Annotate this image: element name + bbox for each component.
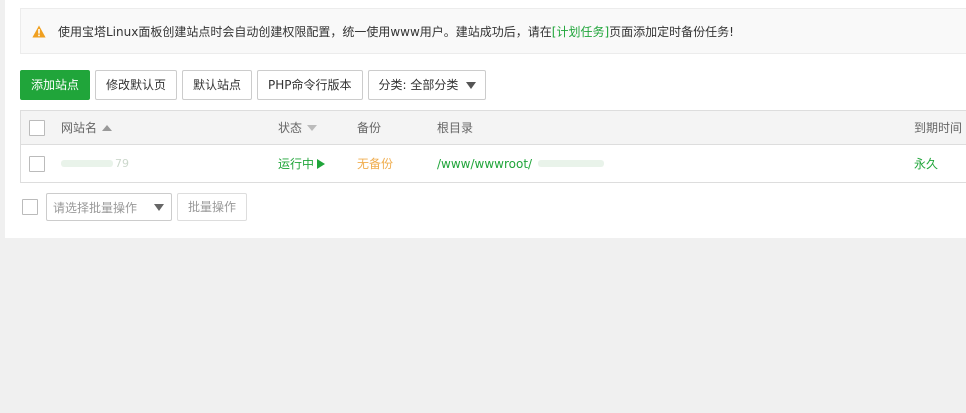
site-name-visible: 79 (115, 157, 129, 170)
header-site-name[interactable]: 网站名 (61, 111, 113, 144)
add-site-button[interactable]: 添加站点 (20, 70, 91, 100)
header-root-dir-label: 根目录 (437, 121, 474, 135)
category-select[interactable]: 分类: 全部分类 (367, 70, 487, 100)
header-backup: 备份 (357, 111, 381, 144)
root-dir-label: /www/wwwroot/ (437, 156, 533, 171)
php-cli-version-button[interactable]: PHP命令行版本 (257, 70, 363, 100)
status-label: 运行中 (278, 157, 315, 171)
row-backup[interactable]: 无备份 (357, 145, 393, 182)
cron-task-link[interactable]: [计划任务] (552, 25, 609, 39)
select-all-checkbox[interactable] (29, 119, 45, 136)
site-table: 网站名 状态 备份 根目录 到期时间 79 运行中 无备份 /www/wwwro… (20, 110, 966, 183)
header-site-name-label: 网站名 (61, 121, 98, 135)
sort-asc-icon (102, 124, 113, 131)
warning-icon (32, 25, 46, 37)
row-checkbox[interactable] (29, 155, 45, 172)
row-expire[interactable]: 永久 (914, 145, 938, 182)
batch-select-all-checkbox[interactable] (22, 199, 38, 215)
batch-operation-button[interactable]: 批量操作 (177, 193, 248, 221)
row-site-name[interactable]: 79 (61, 145, 129, 182)
header-expire-label: 到期时间 (914, 121, 963, 135)
batch-operations: 请选择批量操作 批量操作 (22, 193, 248, 221)
header-expire: 到期时间 (914, 111, 962, 144)
redacted-root-dir (538, 160, 605, 167)
table-row: 79 运行中 无备份 /www/wwwroot/ 永久 (21, 145, 966, 182)
backup-label: 无备份 (357, 157, 394, 171)
table-header: 网站名 状态 备份 根目录 到期时间 (21, 111, 966, 145)
row-root-dir[interactable]: /www/wwwroot/ (437, 145, 605, 182)
chevron-down-icon (466, 81, 477, 89)
notice-text: 使用宝塔Linux面板创建站点时会自动创建权限配置，统一使用www用户。建站成功… (58, 23, 734, 40)
chevron-down-icon (154, 203, 164, 211)
notice-text-after: 页面添加定时备份任务! (609, 24, 734, 39)
select-all-cell (29, 111, 45, 144)
sort-desc-icon (307, 124, 318, 131)
header-root-dir: 根目录 (437, 111, 473, 144)
redacted-site-name (61, 160, 113, 167)
batch-select-placeholder: 请选择批量操作 (53, 200, 138, 215)
row-select-cell (29, 145, 45, 182)
header-status-label: 状态 (278, 121, 303, 135)
notice-bar: 使用宝塔Linux面板创建站点时会自动创建权限配置，统一使用www用户。建站成功… (20, 8, 966, 54)
row-status[interactable]: 运行中 (278, 145, 326, 182)
batch-operation-select[interactable]: 请选择批量操作 (46, 193, 172, 221)
header-status[interactable]: 状态 (278, 111, 318, 144)
default-site-button[interactable]: 默认站点 (182, 70, 253, 100)
play-icon (317, 158, 326, 169)
notice-text-before: 使用宝塔Linux面板创建站点时会自动创建权限配置，统一使用www用户。建站成功… (58, 24, 552, 39)
category-select-label: 分类: 全部分类 (378, 78, 459, 92)
expire-label: 永久 (914, 157, 939, 171)
toolbar: 添加站点 修改默认页 默认站点 PHP命令行版本 分类: 全部分类 (20, 70, 491, 100)
modify-default-page-button[interactable]: 修改默认页 (95, 70, 178, 100)
header-backup-label: 备份 (357, 121, 382, 135)
